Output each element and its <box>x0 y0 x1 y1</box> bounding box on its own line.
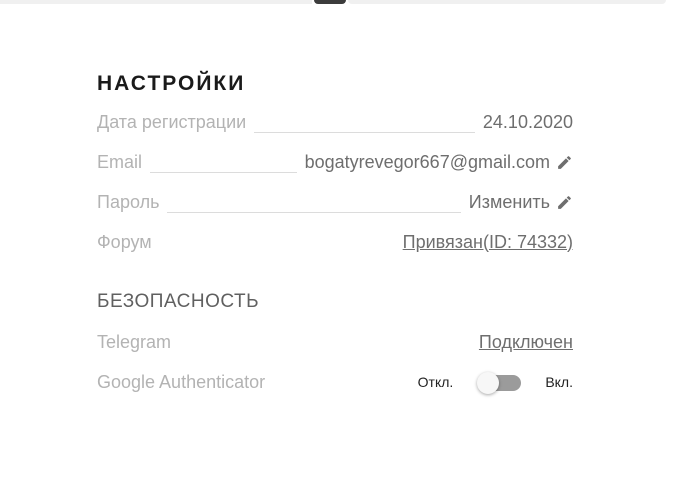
email-value: bogatyrevegor667@gmail.com <box>304 151 550 172</box>
password-change-button[interactable]: Изменить <box>469 192 573 213</box>
password-row: Пароль Изменить <box>97 182 573 222</box>
tab-left <box>0 0 312 4</box>
tab-active <box>314 0 346 4</box>
google-auth-toggle[interactable] <box>477 371 522 394</box>
toggle-on-label: Вкл. <box>545 374 573 390</box>
top-tab-strip <box>0 0 677 6</box>
tab-right <box>348 0 666 4</box>
telegram-label: Telegram <box>97 331 172 352</box>
email-label: Email <box>97 151 143 172</box>
registration-date-label: Дата регистрации <box>97 111 247 132</box>
email-value-group: bogatyrevegor667@gmail.com <box>305 152 573 173</box>
pencil-icon[interactable] <box>556 194 573 211</box>
registration-date-value: 24.10.2020 <box>482 111 573 132</box>
telegram-link[interactable]: Подключен <box>479 332 573 353</box>
forum-link[interactable]: Привязан(ID: 74332) <box>403 232 573 253</box>
google-auth-toggle-group: Откл. Вкл. <box>417 371 573 394</box>
email-row: Email bogatyrevegor667@gmail.com <box>97 142 573 182</box>
security-title: БЕЗОПАСНОСТЬ <box>97 291 260 312</box>
dotted-leader <box>254 131 475 133</box>
google-auth-label: Google Authenticator <box>97 371 266 392</box>
forum-row: Форум Привязан(ID: 74332) <box>97 222 573 262</box>
settings-panel: НАСТРОЙКИ Дата регистрации 24.10.2020 Em… <box>97 66 573 402</box>
dotted-leader <box>167 211 461 213</box>
forum-label: Форум <box>97 231 152 252</box>
password-change-label[interactable]: Изменить <box>469 192 550 213</box>
toggle-off-label: Откл. <box>417 374 454 390</box>
password-label: Пароль <box>97 191 160 212</box>
dotted-leader <box>150 171 297 173</box>
settings-title: НАСТРОЙКИ <box>97 72 246 95</box>
pencil-icon[interactable] <box>556 154 573 171</box>
registration-date-row: Дата регистрации 24.10.2020 <box>97 102 573 142</box>
google-auth-row: Google Authenticator Откл. Вкл. <box>97 362 573 402</box>
telegram-row: Telegram Подключен <box>97 322 573 362</box>
